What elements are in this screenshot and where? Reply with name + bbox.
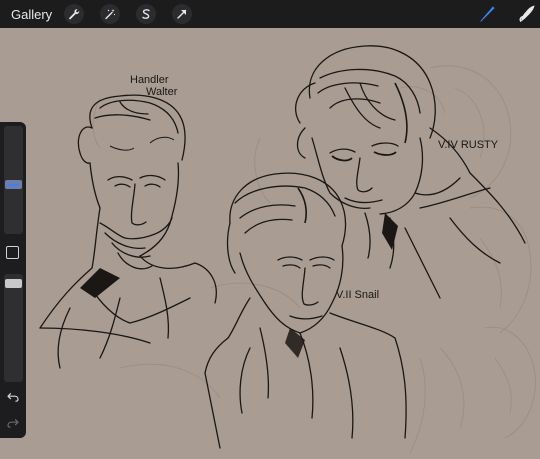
brush-icon bbox=[480, 6, 495, 22]
handler-label: Handler bbox=[130, 74, 169, 86]
smudge-icon bbox=[519, 5, 535, 23]
smudge-tool-button[interactable] bbox=[514, 1, 540, 27]
brush-size-thumb[interactable] bbox=[5, 180, 22, 189]
magic-wand-icon bbox=[105, 9, 116, 20]
modify-button[interactable] bbox=[6, 246, 19, 259]
walter-collar-shadow bbox=[80, 268, 120, 298]
undo-icon bbox=[7, 393, 19, 402]
drawing-canvas[interactable]: Handler Walter V.IV RUSTY V.II Snail bbox=[0, 28, 540, 459]
opacity-slider[interactable] bbox=[4, 274, 23, 382]
opacity-thumb[interactable] bbox=[5, 279, 22, 288]
selection-button[interactable] bbox=[136, 4, 157, 24]
snail-label: V.II Snail bbox=[336, 289, 379, 301]
redo-button[interactable] bbox=[5, 416, 21, 430]
sidebar bbox=[0, 122, 26, 438]
brush-size-slider[interactable] bbox=[4, 126, 23, 234]
brush-tool-button[interactable] bbox=[474, 1, 500, 27]
transform-button[interactable] bbox=[172, 4, 193, 24]
gallery-button[interactable]: Gallery bbox=[11, 7, 52, 22]
redo-icon bbox=[7, 419, 19, 428]
walter-label: Walter bbox=[146, 86, 178, 98]
walter-sketch bbox=[39, 94, 217, 369]
selection-s-icon bbox=[142, 9, 150, 19]
undo-button[interactable] bbox=[5, 390, 21, 404]
sketch-drawing: Handler Walter V.IV RUSTY V.II Snail bbox=[39, 45, 536, 454]
adjustments-button[interactable] bbox=[100, 4, 121, 24]
actions-button[interactable] bbox=[64, 4, 85, 24]
transform-arrow-icon bbox=[177, 9, 187, 19]
rusty-label: V.IV RUSTY bbox=[438, 139, 499, 151]
rusty-sketch bbox=[295, 45, 526, 299]
rusty-collar-shadow bbox=[382, 213, 398, 250]
wrench-icon bbox=[69, 9, 80, 20]
top-toolbar: Gallery bbox=[0, 0, 540, 28]
